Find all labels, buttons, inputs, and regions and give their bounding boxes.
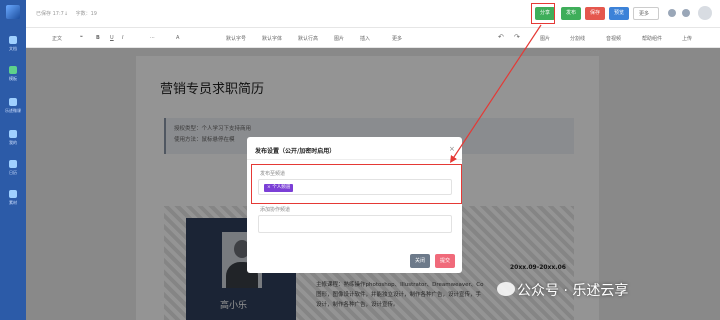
- watermark: 公众号 · 乐述云享: [517, 283, 629, 299]
- wechat-icon: [497, 282, 515, 296]
- annotation-arrow: [450, 24, 542, 164]
